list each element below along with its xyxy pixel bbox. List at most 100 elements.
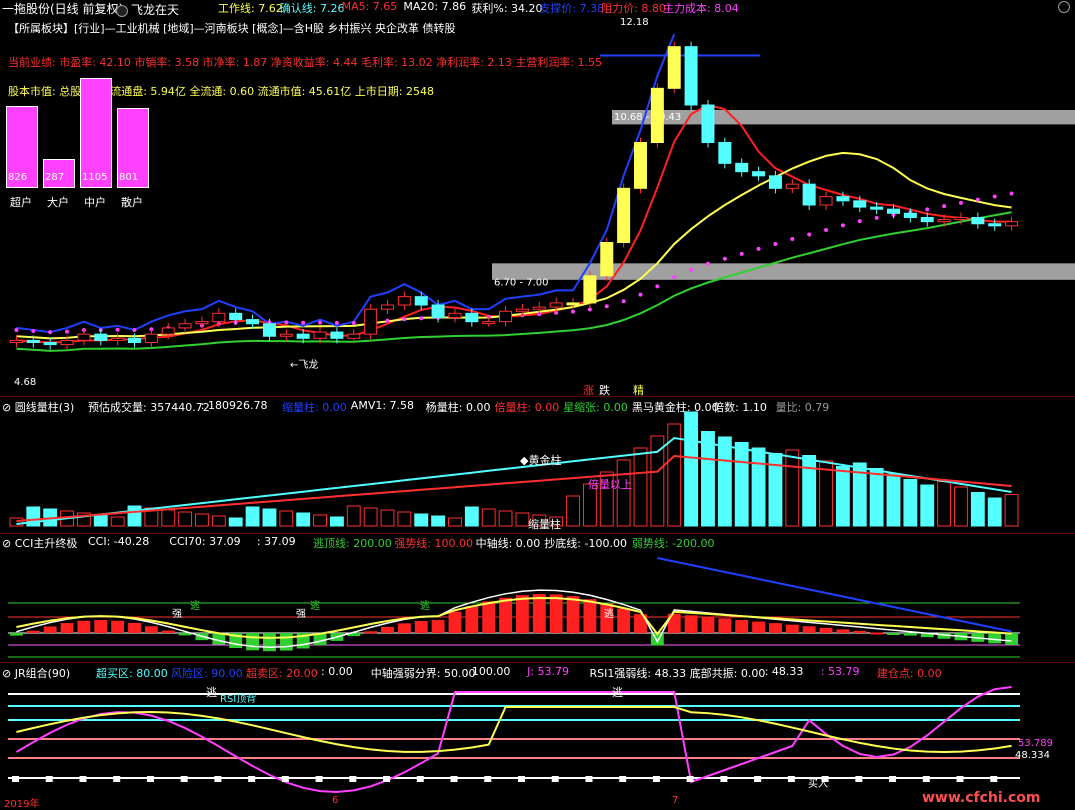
cost-dot — [571, 309, 576, 314]
sector-info: 【所属板块】[行业]—工业机械 [地域]—河南板块 [概念]—含H股 乡村振兴 … — [8, 22, 456, 35]
support-zone — [492, 263, 1075, 280]
cost-dot — [301, 320, 306, 325]
resist-label: 10.68 - 10.43 — [614, 112, 681, 123]
jr-marker — [990, 776, 998, 782]
cci-bar — [482, 601, 496, 633]
jr-marker — [686, 776, 694, 782]
jr-marker — [585, 776, 593, 782]
volume-bar — [448, 517, 462, 527]
jr-marker — [720, 776, 728, 782]
volume-bar — [313, 514, 327, 527]
volume-bar — [717, 436, 732, 527]
jr-marker — [248, 776, 256, 782]
volume-bar — [329, 516, 344, 527]
jr-marker — [113, 776, 121, 782]
flydragon-label: ←飞龙 — [290, 358, 318, 371]
candle-body — [566, 302, 580, 306]
holder-label: 中户 — [84, 196, 106, 209]
candle-body — [785, 183, 799, 189]
ma5-line — [16, 103, 1012, 344]
cci-bar — [364, 631, 378, 634]
jr-marker — [180, 776, 188, 782]
volume-bar — [684, 411, 699, 527]
candle-body — [515, 308, 529, 312]
cci-bar — [819, 627, 833, 633]
candle-body — [499, 310, 513, 323]
cost-dot — [958, 200, 963, 205]
cci-bar — [246, 633, 259, 651]
jr-marker — [956, 776, 964, 782]
cci-bar — [499, 597, 512, 633]
volume-bar — [195, 513, 209, 527]
cci-bar — [10, 633, 23, 636]
volume-bar — [363, 507, 378, 527]
volume-bar — [161, 509, 176, 527]
candle-body — [296, 333, 310, 339]
candle-body — [768, 175, 782, 189]
cci-tag: 强 — [296, 608, 306, 620]
cost-dot — [48, 330, 53, 335]
volume-bar — [937, 481, 952, 527]
volume-bar — [701, 431, 715, 527]
volume-bar — [515, 512, 530, 527]
cost-dot — [115, 327, 120, 332]
cci-tag: 强 — [172, 608, 182, 620]
candle-body — [617, 187, 631, 243]
volume-bar — [835, 466, 850, 527]
candle-body — [364, 308, 378, 335]
jr-marker — [383, 776, 391, 782]
jr-marker — [79, 776, 87, 782]
candle-body — [246, 319, 260, 325]
holder-value: 287 — [45, 172, 65, 183]
cost-dot — [351, 320, 356, 325]
cci-bar — [785, 624, 799, 633]
cci-tag: 逃 — [420, 599, 430, 612]
candle-body — [94, 333, 108, 341]
cost-dot — [790, 236, 795, 241]
cost-dot — [773, 241, 778, 246]
cost-dot — [840, 223, 845, 228]
cost-dot — [942, 204, 947, 209]
cci-bar — [516, 595, 529, 633]
jr-marker — [45, 776, 53, 782]
cost-dot — [334, 320, 339, 325]
cci-bar — [161, 630, 175, 633]
candle-body — [212, 312, 226, 323]
candle-body — [60, 339, 74, 346]
cci-bar — [279, 633, 293, 651]
cci-bar — [583, 599, 597, 633]
candle-body — [634, 142, 647, 189]
volume-bar — [566, 495, 580, 527]
volume-bar — [431, 515, 446, 527]
volume-bar — [498, 510, 513, 527]
jr-marker — [518, 776, 525, 782]
candle-body — [9, 339, 23, 343]
jr-marker — [349, 776, 357, 782]
jr-marker — [754, 776, 762, 782]
cci-bar — [836, 629, 850, 633]
volume-bar — [211, 515, 226, 527]
volume-bar — [414, 513, 429, 527]
volume-bar — [346, 505, 361, 527]
jr-marker — [281, 776, 289, 782]
volume-bar — [464, 506, 479, 527]
cci-bar — [988, 633, 1002, 644]
cci-bar — [769, 623, 782, 633]
volume-bar — [397, 511, 412, 527]
cci-bar — [128, 622, 141, 633]
cost-dot — [385, 318, 390, 323]
cost-dot — [284, 320, 289, 325]
cost-dot — [638, 292, 643, 297]
cost-dot — [604, 304, 609, 309]
cci-bar — [381, 626, 394, 633]
jr-marker — [787, 776, 795, 782]
cci-bar — [853, 630, 867, 633]
cost-dot — [722, 256, 727, 261]
volume-bar — [1004, 494, 1019, 527]
candle-body — [954, 217, 968, 221]
cci-bar — [414, 620, 428, 633]
candle-body — [111, 337, 125, 341]
mark-down: 跌 — [599, 383, 610, 396]
volume-bar — [296, 512, 311, 527]
volume-bar — [178, 511, 193, 527]
